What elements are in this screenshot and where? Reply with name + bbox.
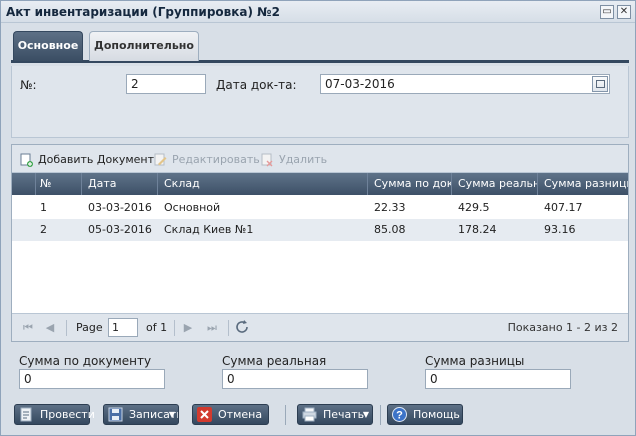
documents-grid: Добавить Документ Редактировать Удалить … xyxy=(11,144,629,342)
cell-date: 03-03-2016 xyxy=(88,201,152,214)
edit-icon xyxy=(154,153,167,166)
post-button[interactable]: Провести xyxy=(14,404,95,425)
refresh-icon[interactable] xyxy=(234,319,250,335)
page-count-label: of 1 xyxy=(146,321,168,334)
save-dropdown-icon[interactable]: ▼ xyxy=(169,405,175,424)
print-button[interactable]: Печать ▼ xyxy=(297,404,373,425)
pager-divider xyxy=(228,320,229,336)
doc-sum-label: Сумма по документу xyxy=(19,354,152,368)
cell-diff-sum: 407.17 xyxy=(544,201,583,214)
pager-divider xyxy=(66,320,67,336)
print-dropdown-icon[interactable]: ▼ xyxy=(363,405,369,424)
cancel-label: Отмена xyxy=(218,408,263,421)
cell-date: 05-03-2016 xyxy=(88,223,152,236)
add-document-icon xyxy=(20,153,33,167)
cell-warehouse: Склад Киев №1 xyxy=(164,223,254,236)
svg-text:?: ? xyxy=(396,410,403,422)
help-icon: ? xyxy=(392,407,407,422)
header-diff-sum[interactable]: Сумма разницы xyxy=(538,173,628,195)
printer-icon xyxy=(302,407,317,422)
number-label: №: xyxy=(20,78,37,92)
grid-header: № Дата Склад Сумма по докум Сумма реальн… xyxy=(12,173,628,195)
records-summary: Показано 1 - 2 из 2 xyxy=(507,321,618,334)
page-number-input[interactable]: 1 xyxy=(108,318,138,337)
cell-real-sum: 178.24 xyxy=(458,223,497,236)
header-number[interactable]: № xyxy=(36,173,82,195)
grid-toolbar: Добавить Документ Редактировать Удалить xyxy=(12,145,628,173)
post-label: Провести xyxy=(40,408,95,421)
window-title: Акт инвентаризации (Группировка) №2 xyxy=(6,5,280,19)
edit-label: Редактировать xyxy=(172,153,260,166)
cell-doc-sum: 22.33 xyxy=(374,201,406,214)
tab-bar: Основное Дополнительно xyxy=(11,31,629,63)
header-warehouse[interactable]: Склад xyxy=(158,173,368,195)
save-button[interactable]: Записать ▼ xyxy=(103,404,179,425)
pager-divider xyxy=(174,320,175,336)
table-row[interactable]: 1 03-03-2016 Основной 22.33 429.5 407.17 xyxy=(12,197,628,219)
cancel-icon xyxy=(197,407,212,422)
post-icon xyxy=(20,407,32,422)
real-sum-label: Сумма реальная xyxy=(222,354,327,368)
cell-number: 2 xyxy=(40,223,47,236)
date-value: 07-03-2016 xyxy=(325,77,395,91)
title-bar: Акт инвентаризации (Группировка) №2 ▭ ✕ xyxy=(1,1,635,23)
tab-additional[interactable]: Дополнительно xyxy=(89,31,199,61)
save-icon xyxy=(108,407,123,422)
inventory-act-window: Акт инвентаризации (Группировка) №2 ▭ ✕ … xyxy=(0,0,636,436)
date-label: Дата док-та: xyxy=(216,78,297,92)
header-date[interactable]: Дата xyxy=(82,173,158,195)
button-divider xyxy=(285,405,286,425)
grid-body: 1 03-03-2016 Основной 22.33 429.5 407.17… xyxy=(12,195,628,313)
page-label: Page xyxy=(76,321,103,334)
first-page-icon[interactable]: ⏮ xyxy=(20,320,36,336)
add-document-label: Добавить Документ xyxy=(38,153,155,166)
calendar-icon[interactable] xyxy=(592,76,608,92)
date-field[interactable]: 07-03-2016 xyxy=(320,74,610,94)
table-row[interactable]: 2 05-03-2016 Склад Киев №1 85.08 178.24 … xyxy=(12,219,628,241)
prev-page-icon[interactable]: ◀ xyxy=(42,320,58,336)
main-form-panel: №: 2 Дата док-та: 07-03-2016 xyxy=(11,66,629,138)
delete-button[interactable]: Удалить xyxy=(261,152,327,168)
doc-sum-field[interactable]: 0 xyxy=(19,369,165,389)
header-spacer xyxy=(12,173,36,195)
restore-icon[interactable]: ▭ xyxy=(600,5,614,19)
close-icon[interactable]: ✕ xyxy=(617,5,631,19)
add-document-button[interactable]: Добавить Документ xyxy=(20,152,154,168)
cancel-button[interactable]: Отмена xyxy=(192,404,269,425)
cell-warehouse: Основной xyxy=(164,201,221,214)
last-page-icon[interactable]: ⏭ xyxy=(204,320,220,336)
help-label: Помощь xyxy=(413,408,460,421)
cell-number: 1 xyxy=(40,201,47,214)
print-label: Печать xyxy=(323,408,365,421)
cell-real-sum: 429.5 xyxy=(458,201,490,214)
header-real-sum[interactable]: Сумма реальна xyxy=(452,173,538,195)
diff-sum-label: Сумма разницы xyxy=(425,354,525,368)
grid-pager: ⏮ ◀ Page 1 of 1 ▶ ⏭ Показано 1 - 2 из 2 xyxy=(12,313,628,341)
cell-diff-sum: 93.16 xyxy=(544,223,576,236)
diff-sum-field[interactable]: 0 xyxy=(425,369,571,389)
next-page-icon[interactable]: ▶ xyxy=(180,320,196,336)
button-divider xyxy=(380,405,381,425)
edit-button[interactable]: Редактировать xyxy=(154,152,260,168)
real-sum-field[interactable]: 0 xyxy=(222,369,368,389)
header-doc-sum[interactable]: Сумма по докум xyxy=(368,173,452,195)
tab-main[interactable]: Основное xyxy=(13,31,83,61)
delete-label: Удалить xyxy=(279,153,328,166)
cell-doc-sum: 85.08 xyxy=(374,223,406,236)
help-button[interactable]: ? Помощь xyxy=(387,404,463,425)
delete-icon xyxy=(261,153,273,167)
number-field[interactable]: 2 xyxy=(126,74,206,94)
